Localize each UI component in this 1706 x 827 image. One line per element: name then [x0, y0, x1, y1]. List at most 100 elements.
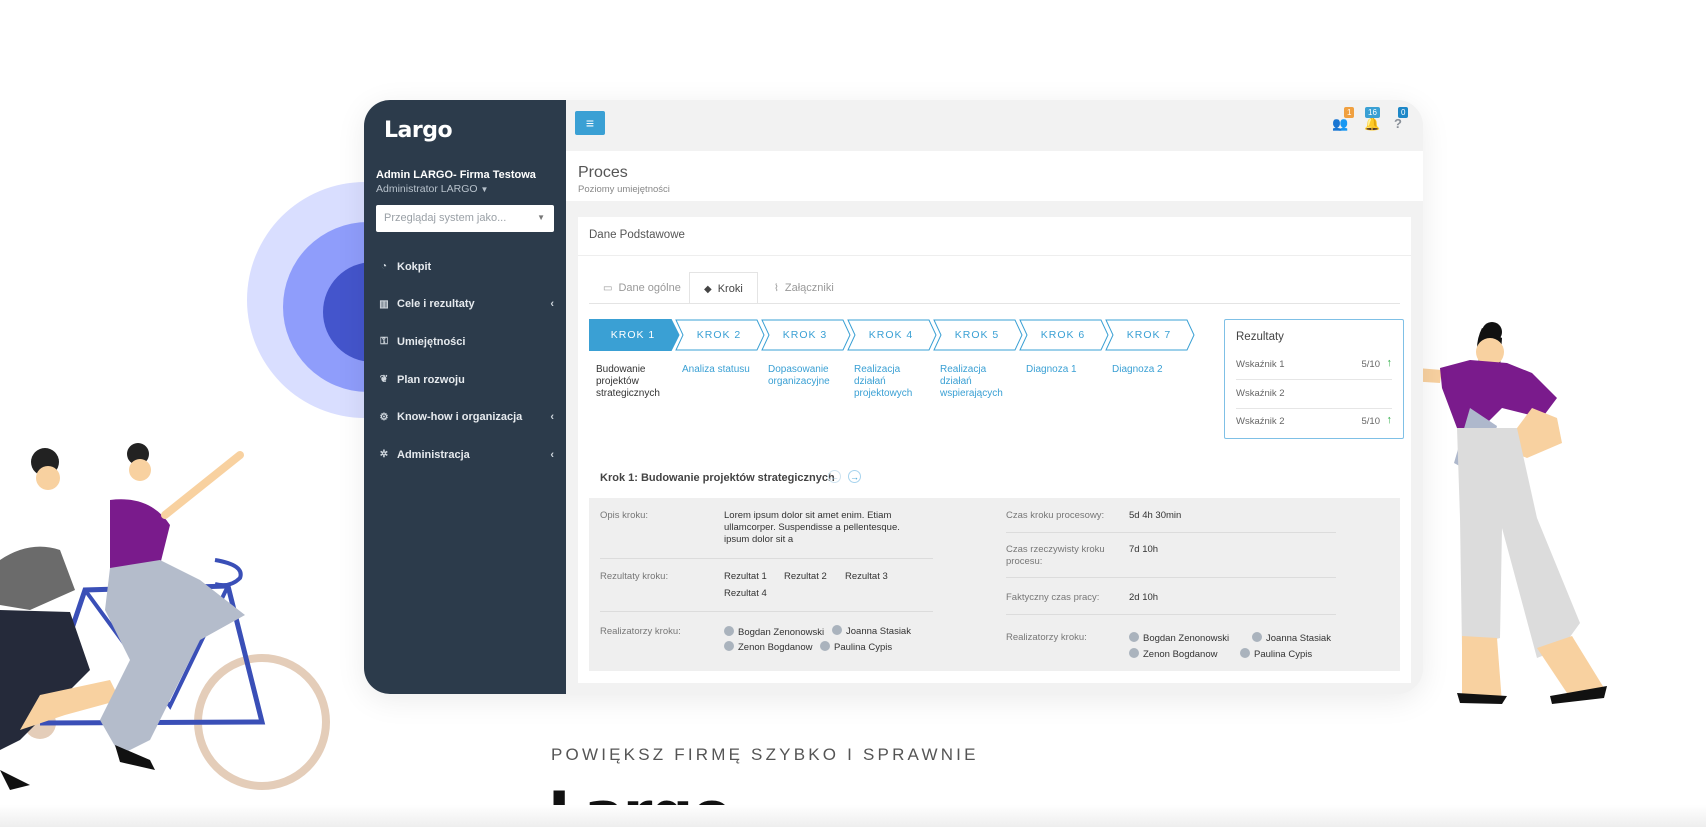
- users-icon[interactable]: 👥: [1332, 116, 1348, 132]
- topbar: ≡ 👥 1 🔔 16 ? 0: [566, 100, 1423, 151]
- gear-icon: ✲: [379, 449, 389, 461]
- hamburger-menu-button[interactable]: ≡: [575, 111, 605, 135]
- person-name: Paulina Cypis: [1254, 649, 1313, 660]
- result-item: Rezultat 4: [724, 588, 767, 599]
- browse-as-placeholder: Przeglądaj system jako...: [384, 212, 507, 224]
- user-icon: [1129, 648, 1139, 658]
- step-2[interactable]: KROK 2: [675, 319, 765, 351]
- results-label: Rezultaty kroku:: [600, 571, 669, 582]
- notifications-badge: 16: [1365, 107, 1380, 118]
- tab-label: Załączniki: [784, 282, 834, 294]
- user-icon: [724, 641, 734, 651]
- sidebar-item-plan-rozwoju[interactable]: ❦ Plan rozwoju: [364, 361, 566, 399]
- divider: [600, 611, 933, 612]
- tabs-underline: [589, 303, 1400, 304]
- divider: [1006, 614, 1336, 615]
- bell-icon[interactable]: 🔔: [1364, 116, 1380, 132]
- chevron-left-icon: ‹: [550, 298, 554, 311]
- desc-value: Lorem ipsum dolor sit amet enim. Etiam u…: [724, 510, 900, 545]
- caret-down-icon: ▼: [480, 185, 489, 194]
- step-4-description[interactable]: Realizacja działań projektowych: [854, 364, 932, 400]
- results-title: Rezultaty: [1236, 331, 1284, 343]
- person-chip: Zenon Bogdanow: [1129, 648, 1217, 660]
- person-chip: Zenon Bogdanow: [724, 641, 812, 653]
- step-5[interactable]: KROK 5: [933, 319, 1023, 351]
- sidebar-item-administracja[interactable]: ✲ Administracja ‹: [364, 436, 566, 474]
- help-icon[interactable]: ?: [1394, 116, 1402, 131]
- result-name: Wskaźnik 1: [1236, 359, 1285, 370]
- page-title: Proces: [578, 164, 628, 181]
- step-5-description[interactable]: Realizacja działań wspierających: [940, 364, 1018, 400]
- sidebar-item-know-how[interactable]: ⚙ Know-how i organizacja ‹: [364, 398, 566, 436]
- person-chip: Paulina Cypis: [1240, 648, 1312, 660]
- dashboard-icon: ◔: [380, 261, 388, 273]
- arrow-left-icon: ←: [830, 472, 839, 482]
- help-badge: 0: [1398, 107, 1409, 118]
- paperclip-icon: ⌇: [774, 283, 779, 294]
- person-name: Bogdan Zenonowski: [738, 627, 825, 638]
- sidebar-item-cele[interactable]: ▥ Cele i rezultaty ‹: [364, 286, 566, 324]
- divider: [1006, 532, 1336, 533]
- proc-time-label: Czas kroku procesowy:: [1006, 510, 1105, 521]
- tab-kroki[interactable]: ◆ Kroki: [689, 272, 758, 304]
- laptop-icon: ▭: [603, 283, 613, 294]
- tab-dane-ogolne[interactable]: ▭ Dane ogólne: [589, 272, 695, 304]
- person-name: Zenon Bogdanow: [1143, 649, 1218, 660]
- step-2-description[interactable]: Analiza statusu: [682, 364, 760, 376]
- person-name: Joanna Stasiak: [846, 626, 911, 637]
- result-name: Wskaźnik 2: [1236, 416, 1285, 427]
- step-7-description[interactable]: Diagnoza 2: [1112, 364, 1190, 376]
- tab-label: Dane ogólne: [618, 282, 681, 294]
- divider: [1006, 577, 1336, 578]
- divider: [578, 255, 1411, 256]
- caret-down-icon: ▼: [537, 213, 545, 222]
- result-item: Rezultat 3: [845, 571, 888, 582]
- step-6[interactable]: KROK 6: [1019, 319, 1109, 351]
- step-label: KROK 3: [782, 329, 828, 341]
- step-details: Opis kroku: Lorem ipsum dolor sit amet e…: [589, 498, 1400, 671]
- bottom-fade: [0, 805, 1706, 827]
- divider: [600, 558, 933, 559]
- desc-label: Opis kroku:: [600, 510, 649, 521]
- tandem-bike-illustration: [0, 443, 330, 790]
- result-row: Wskaźnik 2: [1236, 381, 1392, 409]
- step-3[interactable]: KROK 3: [761, 319, 851, 351]
- browse-as-select[interactable]: Przeglądaj system jako... ▼: [376, 205, 554, 232]
- hero-tagline: POWIĘKSZ FIRMĘ SZYBKO I SPRAWNIE: [551, 745, 979, 764]
- step-3-description[interactable]: Dopasowanie organizacyjne: [768, 364, 846, 388]
- diamond-icon: ◆: [704, 284, 712, 295]
- step-label: KROK 4: [868, 329, 914, 341]
- next-step-button[interactable]: →: [848, 470, 861, 483]
- step-4[interactable]: KROK 4: [847, 319, 937, 351]
- person-name: Bogdan Zenonowski: [1143, 633, 1230, 644]
- results-box: Rezultaty Wskaźnik 1 5/10 ↑ Wskaźnik 2 W…: [1224, 319, 1404, 439]
- sidebar-item-umiejetnosci[interactable]: ⚿ Umiejętności: [364, 323, 566, 361]
- proc-time-value: 5d 4h 30min: [1129, 510, 1182, 521]
- user-icon: [832, 625, 842, 635]
- sidebar-nav: ◔ Kokpit ▥ Cele i rezultaty ‹ ⚿ Umiejętności…: [364, 248, 566, 474]
- step-6-description[interactable]: Diagnoza 1: [1026, 364, 1104, 376]
- result-item: Rezultat 1: [724, 571, 767, 582]
- person-chip: Joanna Stasiak: [832, 625, 911, 637]
- prev-step-button[interactable]: ←: [828, 470, 841, 483]
- step-1-description: Budowanie projektów strategicznych: [596, 364, 660, 399]
- step-7[interactable]: KROK 7: [1105, 319, 1195, 351]
- arrow-up-icon: ↑: [1386, 357, 1393, 369]
- work-time-label: Faktyczny czas pracy:: [1006, 592, 1100, 603]
- result-name: Wskaźnik 2: [1236, 388, 1285, 399]
- result-value: 5/10: [1361, 416, 1381, 427]
- app-logo[interactable]: Largo: [384, 118, 453, 143]
- sidebar-item-kokpit[interactable]: ◔ Kokpit: [364, 248, 566, 286]
- tab-zalaczniki[interactable]: ⌇ Załączniki: [760, 272, 848, 304]
- person-name: Zenon Bogdanow: [738, 642, 813, 653]
- step-label: KROK 6: [1040, 329, 1086, 341]
- sidebar: Largo Admin LARGO- Firma Testowa Adminis…: [364, 100, 566, 694]
- person-name: Joanna Stasiak: [1266, 633, 1331, 644]
- sidebar-item-label: Kokpit: [397, 260, 432, 273]
- step-1[interactable]: KROK 1: [589, 319, 680, 351]
- sidebar-item-label: Know-how i organizacja: [397, 411, 523, 424]
- user-role-dropdown[interactable]: Administrator LARGO ▼: [376, 183, 488, 195]
- chevron-left-icon: ‹: [550, 448, 554, 461]
- user-icon: [1252, 632, 1262, 642]
- sidebar-item-label: Umiejętności: [397, 335, 466, 348]
